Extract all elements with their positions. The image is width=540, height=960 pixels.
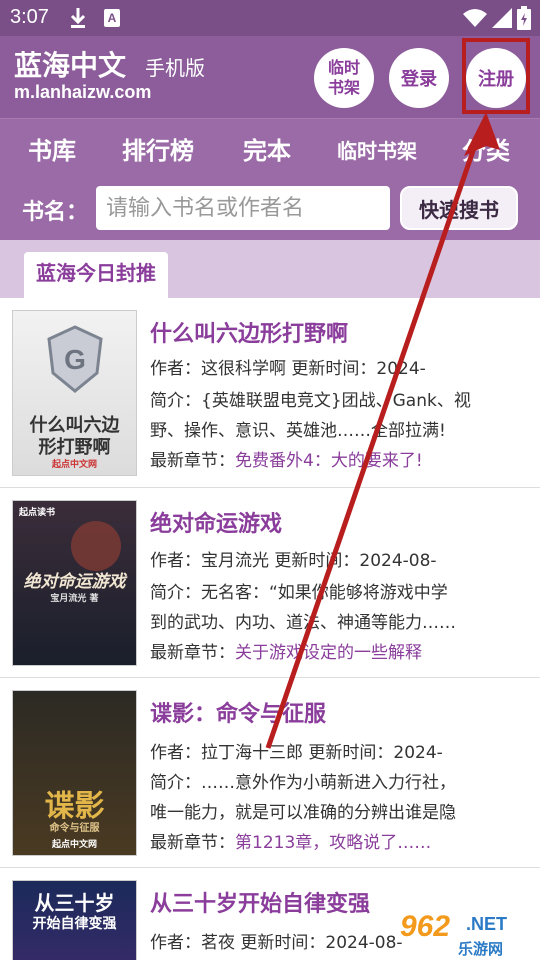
book-item[interactable]: G 什么叫六边 形打野啊 起点中文网 什么叫六边形打野啊 作者：这很科学啊 更新…: [0, 298, 540, 488]
watermark-cn: 乐游网: [458, 940, 504, 958]
search-label: 书名：: [22, 200, 89, 225]
book-item[interactable]: 绝对命运游戏 宝月流光 著 起点读书 绝对命运游戏 作者：宝月流光 更新时间：2…: [0, 488, 540, 678]
signal-icon: [492, 8, 512, 28]
book-latest-chapter-row: 最新章节：关于游戏设定的一些解释: [150, 638, 530, 663]
book-cover[interactable]: G 什么叫六边 形打野啊 起点中文网: [12, 310, 137, 476]
book-summary: 简介：……意外作为小萌新进入力行社，: [150, 773, 456, 793]
download-icon: [70, 8, 86, 28]
book-title[interactable]: 从三十岁开始自律变强: [150, 886, 370, 918]
cover-title-line1: 从三十岁: [34, 891, 115, 915]
main-nav: 书库 排行榜 完本 临时书架 分类: [0, 118, 540, 178]
status-bar: 3:07 A: [0, 0, 540, 36]
cover-title: 绝对命运游戏: [23, 572, 126, 592]
cover-publisher: 起点中文网: [51, 840, 97, 850]
book-title[interactable]: 谍影：命令与征服: [150, 696, 326, 728]
book-summary: 简介：{英雄联盟电竞文}团战、Gank、视: [150, 391, 471, 411]
latest-chapter-label: 最新章节：: [150, 833, 235, 853]
book-author: 作者：这很科学啊 更新时间：2024-: [150, 359, 426, 379]
battery-icon: [517, 6, 531, 30]
book-latest-chapter-row: 最新章节：第1213章，攻略说了……: [150, 828, 530, 853]
nav-item-completed[interactable]: 完本: [243, 131, 291, 166]
watermark-net: .NET: [466, 914, 508, 934]
book-title[interactable]: 绝对命运游戏: [150, 506, 282, 538]
site-header: 蓝海中文 手机版 m.lanhaizw.com 临时书架 登录 注册: [0, 36, 540, 118]
wifi-icon: [463, 9, 487, 27]
book-summary: 唯一能力，就是可以准确的分辨出谁是隐: [150, 803, 456, 823]
shield-emblem-icon: G: [47, 325, 103, 393]
book-cover[interactable]: 从三十岁 开始自律变强: [12, 880, 137, 960]
book-author: 作者：宝月流光 更新时间：2024-08-: [150, 551, 437, 571]
latest-chapter-link[interactable]: 免费番外4：大的要来了!: [235, 451, 423, 471]
login-button[interactable]: 登录: [389, 48, 449, 108]
mobile-version-tag: 手机版: [145, 56, 205, 80]
latest-chapter-link[interactable]: 第1213章，攻略说了……: [235, 833, 431, 853]
cover-author: 宝月流光 著: [50, 594, 99, 604]
cover-title-line2: 开始自律变强: [32, 916, 117, 932]
nav-item-library[interactable]: 书库: [28, 131, 76, 166]
search-input[interactable]: [96, 186, 390, 230]
book-title[interactable]: 什么叫六边形打野啊: [150, 316, 348, 348]
site-watermark: 962 .NET 乐游网: [400, 910, 535, 958]
status-time: 3:07: [10, 6, 49, 28]
book-cover[interactable]: 谍影 命令与征服 起点中文网: [12, 690, 137, 856]
nav-item-categories[interactable]: 分类: [462, 131, 510, 166]
cover-subtitle: 命令与征服: [49, 823, 100, 834]
temp-bookshelf-button[interactable]: 临时书架: [314, 48, 374, 108]
cover-title-line2: 形打野啊: [38, 437, 111, 458]
section-tab-featured[interactable]: 蓝海今日封推: [24, 252, 168, 298]
register-highlight-box: [462, 38, 530, 114]
book-latest-chapter-row: 最新章节：免费番外4：大的要来了!: [150, 446, 530, 471]
book-summary: 野、操作、意识、英雄池……全部拉满!: [150, 421, 446, 441]
book-item[interactable]: 谍影 命令与征服 起点中文网 谍影：命令与征服 作者：拉丁海十三郎 更新时间：2…: [0, 678, 540, 868]
book-author: 作者：拉丁海十三郎 更新时间：2024-: [150, 743, 443, 763]
site-name[interactable]: 蓝海中文: [14, 44, 126, 84]
latest-chapter-label: 最新章节：: [150, 643, 235, 663]
watermark-number: 962: [400, 910, 451, 943]
book-summary: 简介：无名客：“如果你能够将游戏中学: [150, 583, 448, 603]
nav-item-temp-shelf[interactable]: 临时书架: [337, 135, 417, 164]
latest-chapter-link[interactable]: 关于游戏设定的一些解释: [235, 643, 422, 663]
notification-a-icon: A: [104, 9, 120, 27]
svg-text:G: G: [64, 344, 86, 375]
cover-publisher: 起点读书: [19, 508, 56, 518]
nav-item-rankings[interactable]: 排行榜: [122, 131, 194, 166]
cover-publisher: 起点中文网: [51, 460, 97, 470]
cover-moon: [71, 521, 121, 571]
search-bar: 书名： 快速搜书: [0, 178, 540, 240]
latest-chapter-label: 最新章节：: [150, 451, 235, 471]
site-url: m.lanhaizw.com: [14, 82, 152, 102]
book-summary: 到的武功、内功、道法、神通等能力……: [150, 613, 456, 633]
book-cover[interactable]: 绝对命运游戏 宝月流光 著 起点读书: [12, 500, 137, 666]
section-header: 蓝海今日封推: [0, 240, 540, 298]
quick-search-button[interactable]: 快速搜书: [400, 186, 518, 230]
